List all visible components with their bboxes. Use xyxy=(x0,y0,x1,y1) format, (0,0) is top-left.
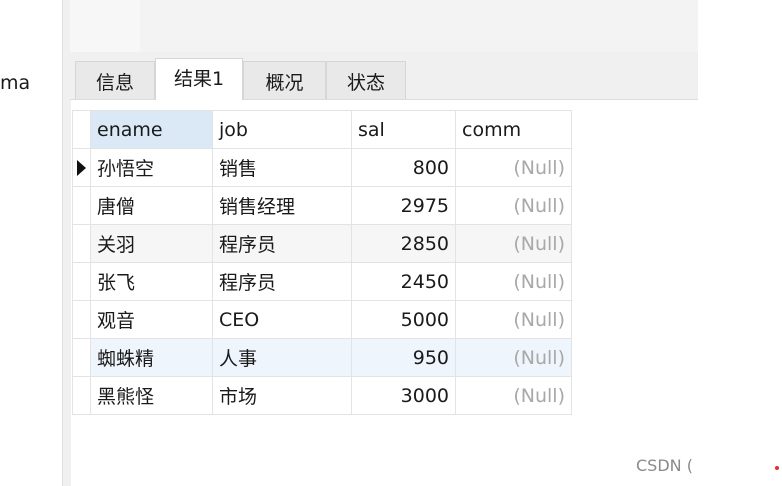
cell-sal[interactable]: 950 xyxy=(351,338,456,377)
toolbar-area xyxy=(70,0,698,52)
cell-job[interactable]: 程序员 xyxy=(212,262,352,301)
tab-profile[interactable]: 概况 xyxy=(243,61,326,99)
row-indicator[interactable] xyxy=(72,224,91,263)
csdn-watermark: CSDN ( xyxy=(636,456,693,475)
result-grid: ename job sal comm 孙悟空 销售 800 (Null) 唐僧 … xyxy=(72,110,572,415)
cell-comm[interactable]: (Null) xyxy=(455,262,572,301)
row-indicator[interactable] xyxy=(72,262,91,301)
cell-job[interactable]: 人事 xyxy=(212,338,352,377)
row-selector-header[interactable] xyxy=(72,110,91,149)
tab-label: 结果1 xyxy=(173,68,225,90)
table-row[interactable]: 孙悟空 销售 800 (Null) xyxy=(72,148,572,187)
sidebar-label[interactable]: ma xyxy=(0,72,30,94)
cell-ename[interactable]: 观音 xyxy=(90,300,213,339)
tab-result-1[interactable]: 结果1 xyxy=(155,58,243,100)
cell-sal[interactable]: 800 xyxy=(351,148,456,187)
cell-ename[interactable]: 黑熊怪 xyxy=(90,376,213,415)
result-tab-bar: 信息 结果1 概况 状态 xyxy=(70,52,698,100)
table-row[interactable]: 观音 CEO 5000 (Null) xyxy=(72,300,572,339)
current-row-arrow-icon xyxy=(77,160,86,176)
cell-job[interactable]: 市场 xyxy=(212,376,352,415)
cell-sal[interactable]: 5000 xyxy=(351,300,456,339)
row-indicator[interactable] xyxy=(72,338,91,377)
row-indicator[interactable] xyxy=(72,376,91,415)
table-row[interactable]: 张飞 程序员 2450 (Null) xyxy=(72,262,572,301)
tab-info[interactable]: 信息 xyxy=(75,61,155,99)
cell-comm[interactable]: (Null) xyxy=(455,376,572,415)
cell-comm[interactable]: (Null) xyxy=(455,224,572,263)
row-indicator[interactable] xyxy=(72,148,91,187)
row-indicator[interactable] xyxy=(72,186,91,225)
cell-comm[interactable]: (Null) xyxy=(455,300,572,339)
cell-job[interactable]: CEO xyxy=(212,300,352,339)
cell-sal[interactable]: 3000 xyxy=(351,376,456,415)
cell-ename[interactable]: 唐僧 xyxy=(90,186,213,225)
table-row[interactable]: 蜘蛛精 人事 950 (Null) xyxy=(72,338,572,377)
cell-comm[interactable]: (Null) xyxy=(455,338,572,377)
cell-sal[interactable]: 2450 xyxy=(351,262,456,301)
toolbar-strip xyxy=(70,0,140,52)
table-row[interactable]: 关羽 程序员 2850 (Null) xyxy=(72,224,572,263)
cell-comm[interactable]: (Null) xyxy=(455,186,572,225)
cell-job[interactable]: 销售 xyxy=(212,148,352,187)
column-header-ename[interactable]: ename xyxy=(90,110,213,149)
cell-ename[interactable]: 孙悟空 xyxy=(90,148,213,187)
left-panel: ma xyxy=(0,0,62,486)
cell-comm[interactable]: (Null) xyxy=(455,148,572,187)
table-row[interactable]: 黑熊怪 市场 3000 (Null) xyxy=(72,376,572,415)
tab-label: 信息 xyxy=(95,72,134,94)
header-row: ename job sal comm xyxy=(72,110,572,149)
cell-ename[interactable]: 蜘蛛精 xyxy=(90,338,213,377)
table-row[interactable]: 唐僧 销售经理 2975 (Null) xyxy=(72,186,572,225)
cell-sal[interactable]: 2850 xyxy=(351,224,456,263)
column-header-comm[interactable]: comm xyxy=(455,110,572,149)
tab-label: 概况 xyxy=(265,72,304,94)
column-header-job[interactable]: job xyxy=(212,110,352,149)
tab-status[interactable]: 状态 xyxy=(326,61,406,99)
cell-job[interactable]: 销售经理 xyxy=(212,186,352,225)
column-header-sal[interactable]: sal xyxy=(351,110,456,149)
cell-job[interactable]: 程序员 xyxy=(212,224,352,263)
cell-sal[interactable]: 2975 xyxy=(351,186,456,225)
cell-ename[interactable]: 关羽 xyxy=(90,224,213,263)
tab-label: 状态 xyxy=(346,72,385,94)
cell-ename[interactable]: 张飞 xyxy=(90,262,213,301)
red-dot-icon xyxy=(775,466,779,470)
row-indicator[interactable] xyxy=(72,300,91,339)
